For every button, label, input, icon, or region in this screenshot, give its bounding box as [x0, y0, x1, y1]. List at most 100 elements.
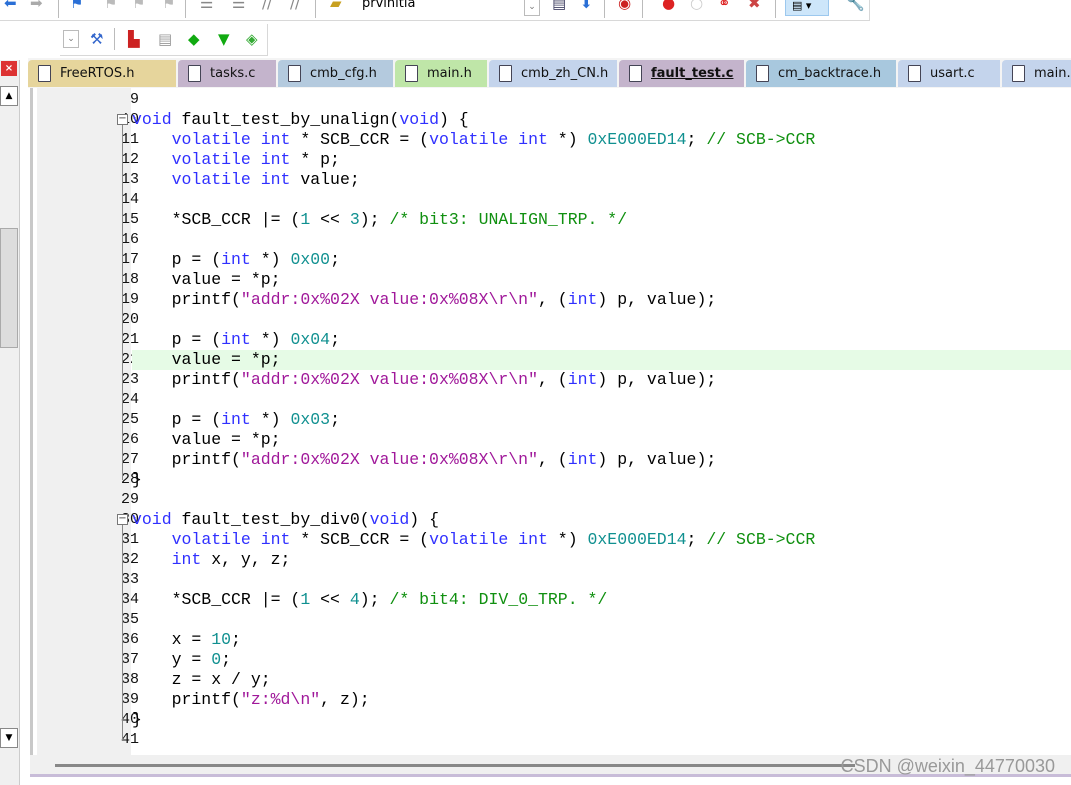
fold-toggle-icon[interactable]: −: [117, 114, 128, 125]
code-line[interactable]: y = 0;: [132, 650, 1071, 670]
code-line[interactable]: volatile int * p;: [132, 150, 1071, 170]
find-in-files-icon[interactable]: ▰: [330, 0, 342, 12]
window-layout-button[interactable]: ▤ ▾: [785, 0, 829, 16]
scroll-up-button[interactable]: ▲: [0, 86, 18, 106]
combo-dropdown[interactable]: ⌄: [524, 0, 540, 16]
breakpoint-icon[interactable]: ●: [662, 0, 675, 12]
code-line[interactable]: [132, 190, 1071, 210]
line-number: 22: [120, 351, 139, 368]
line-number: 21: [120, 331, 139, 348]
document-icon: [756, 65, 769, 82]
text-token: ;: [231, 630, 241, 649]
code-line[interactable]: [132, 90, 1071, 110]
kw-token: int: [221, 330, 251, 349]
code-line[interactable]: *SCB_CCR |= (1 << 3); /* bit3: UNALIGN_T…: [132, 210, 1071, 230]
num-token: 0x03: [290, 410, 331, 429]
tab-label: cmb_zh_CN.h: [521, 66, 609, 81]
horizontal-scrollbar-thumb[interactable]: [55, 764, 855, 767]
rte-icon[interactable]: ▙: [128, 30, 140, 48]
prev-bookmark-icon[interactable]: ⚑: [104, 0, 117, 12]
code-line[interactable]: *SCB_CCR |= (1 << 4); /* bit4: DIV_0_TRP…: [132, 590, 1071, 610]
code-line[interactable]: printf("z:%d\n", z);: [132, 690, 1071, 710]
forward-icon[interactable]: ➡: [30, 0, 43, 12]
debug-icon[interactable]: ◉: [618, 0, 631, 12]
tab-usart-c[interactable]: usart.c: [898, 60, 1000, 87]
tab-label: cm_backtrace.h: [778, 66, 882, 81]
select-packs-icon[interactable]: ▤: [158, 30, 172, 48]
indent-icon[interactable]: ☰: [200, 0, 213, 12]
kill-breakpoints-icon[interactable]: ✖: [748, 0, 761, 12]
code-line[interactable]: value = *p;: [132, 350, 1071, 370]
close-icon[interactable]: ×: [1, 61, 17, 76]
disable-breakpoint-icon[interactable]: ○: [690, 0, 703, 12]
kw-token: volatile int: [429, 530, 548, 549]
incremental-find-icon[interactable]: ⬇: [580, 0, 593, 12]
project-combo[interactable]: prvinitia: [362, 0, 415, 11]
code-line[interactable]: volatile int * SCB_CCR = (volatile int *…: [132, 530, 1071, 550]
code-line[interactable]: [132, 570, 1071, 590]
line-number: 41: [120, 731, 139, 748]
target-dropdown[interactable]: ⌄: [63, 30, 79, 48]
bookmark-icon[interactable]: ⚑: [70, 0, 83, 12]
back-icon[interactable]: ⬅: [4, 0, 17, 12]
text-token: printf(: [132, 690, 241, 709]
tab-cmb-zh-cn-h[interactable]: cmb_zh_CN.h: [489, 60, 617, 87]
tab-fault-test-c[interactable]: fault_test.c: [619, 60, 744, 87]
code-line[interactable]: [132, 730, 1071, 750]
filter-icon[interactable]: ▼: [218, 30, 230, 48]
line-number: 15: [120, 211, 139, 228]
tab-main-[interactable]: main.: [1002, 60, 1071, 87]
code-line[interactable]: value = *p;: [132, 430, 1071, 450]
tab-label: cmb_cfg.h: [310, 66, 377, 81]
code-line[interactable]: [132, 310, 1071, 330]
document-icon: [405, 65, 418, 82]
code-line[interactable]: z = x / y;: [132, 670, 1071, 690]
code-line[interactable]: [132, 230, 1071, 250]
tab-freertos-h[interactable]: FreeRTOS.h: [28, 60, 176, 87]
uncomment-icon[interactable]: //: [290, 0, 300, 12]
disable-all-breakpoints-icon[interactable]: ⚭: [718, 0, 731, 12]
code-line[interactable]: [132, 490, 1071, 510]
text-token: value;: [290, 170, 360, 189]
comment-icon[interactable]: //: [262, 0, 272, 12]
code-line[interactable]: [132, 390, 1071, 410]
code-line[interactable]: x = 10;: [132, 630, 1071, 650]
code-line[interactable]: p = (int *) 0x04;: [132, 330, 1071, 350]
code-line[interactable]: volatile int value;: [132, 170, 1071, 190]
next-bookmark-icon[interactable]: ⚑: [132, 0, 145, 12]
code-line[interactable]: printf("addr:0x%02X value:0x%08X\r\n", (…: [132, 290, 1071, 310]
kw-token: void: [369, 510, 410, 529]
code-line[interactable]: void fault_test_by_unalign(void) {: [132, 110, 1071, 130]
code-line[interactable]: }: [132, 710, 1071, 730]
tab-cm-backtrace-h[interactable]: cm_backtrace.h: [746, 60, 896, 87]
pack-installer-icon[interactable]: ◆: [188, 30, 200, 48]
unindent-icon[interactable]: ☰: [232, 0, 245, 12]
manage-components-icon[interactable]: ⚒: [90, 30, 103, 48]
scroll-down-button[interactable]: ▼: [0, 728, 18, 748]
code-line[interactable]: int x, y, z;: [132, 550, 1071, 570]
clear-bookmarks-icon[interactable]: ⚑: [162, 0, 175, 12]
code-line[interactable]: [132, 610, 1071, 630]
code-line[interactable]: void fault_test_by_div0(void) {: [132, 510, 1071, 530]
tab-main-h[interactable]: main.h: [395, 60, 487, 87]
code-editor[interactable]: 9 10 void fault_test_by_unalign(void) {−11…: [30, 88, 1071, 755]
code-line[interactable]: value = *p;: [132, 270, 1071, 290]
find-icon[interactable]: ▤: [552, 0, 566, 12]
code-line[interactable]: p = (int *) 0x03;: [132, 410, 1071, 430]
software-packs-icon[interactable]: ◈: [246, 30, 258, 48]
tab-cmb-cfg-h[interactable]: cmb_cfg.h: [278, 60, 393, 87]
num-token: 0x00: [290, 250, 331, 269]
code-line[interactable]: p = (int *) 0x00;: [132, 250, 1071, 270]
code-line[interactable]: printf("addr:0x%02X value:0x%08X\r\n", (…: [132, 370, 1071, 390]
fold-toggle-icon[interactable]: −: [117, 514, 128, 525]
code-line[interactable]: printf("addr:0x%02X value:0x%08X\r\n", (…: [132, 450, 1071, 470]
line-number: 14: [120, 191, 139, 208]
code-line[interactable]: volatile int * SCB_CCR = (volatile int *…: [132, 130, 1071, 150]
text-token: ;: [330, 410, 340, 429]
vertical-scrollbar-thumb[interactable]: [0, 228, 18, 348]
configure-icon[interactable]: 🔧: [846, 0, 865, 12]
tab-tasks-c[interactable]: tasks.c: [178, 60, 276, 87]
fold-line: [122, 125, 123, 480]
text-token: , (: [537, 450, 568, 469]
code-line[interactable]: }: [132, 470, 1071, 490]
